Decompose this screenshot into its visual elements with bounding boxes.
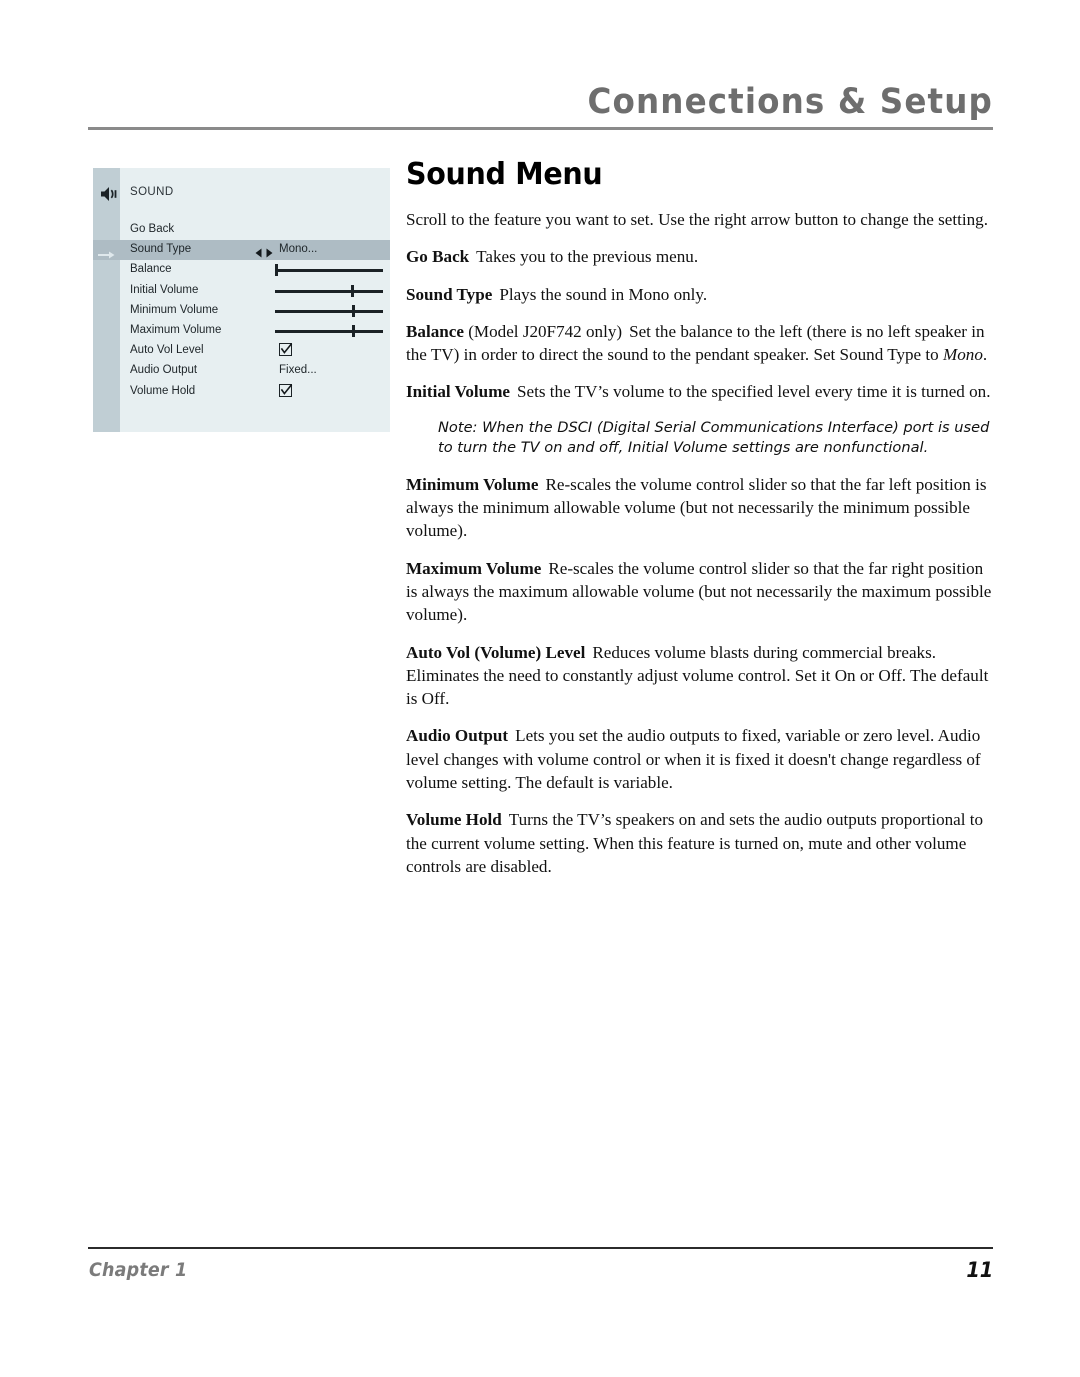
entry-sound-type: Sound Type Plays the sound in Mono only.	[406, 283, 994, 306]
entry-auto-vol-level: Auto Vol (Volume) Level Reduces volume bl…	[406, 641, 994, 711]
osd-row-label: Initial Volume	[130, 283, 199, 296]
slider-thumb[interactable]	[352, 324, 355, 337]
slider-thumb[interactable]	[275, 264, 278, 277]
osd-row-initial-volume[interactable]: Initial Volume	[93, 281, 390, 301]
osd-row-go-back[interactable]: Go Back	[93, 220, 390, 240]
osd-row-balance[interactable]: Balance	[93, 260, 390, 280]
osd-row-minimum-volume[interactable]: Minimum Volume	[93, 301, 390, 321]
entry-audio-output: Audio Output Lets you set the audio outpu…	[406, 724, 994, 794]
osd-checkbox-auto-vol-level[interactable]	[279, 343, 293, 357]
osd-slider-minimum-volume[interactable]	[275, 304, 383, 317]
osd-title: SOUND	[130, 186, 174, 198]
entry-text-tail: .	[982, 345, 988, 365]
osd-row-volume-hold[interactable]: Volume Hold	[93, 382, 390, 402]
entry-text: Plays the sound in Mono only.	[499, 284, 708, 304]
osd-row-label: Balance	[130, 263, 172, 276]
osd-row-value: Mono...	[279, 243, 318, 256]
page-header: Connections & Setup	[88, 82, 993, 134]
osd-row-label: Auto Vol Level	[130, 344, 204, 357]
osd-slider-initial-volume[interactable]	[275, 284, 383, 297]
entry-term: Maximum Volume	[406, 558, 542, 578]
entry-term: Minimum Volume	[406, 474, 539, 494]
footer-page-number: 11	[966, 1258, 993, 1282]
page-footer: Chapter 1 11	[88, 1247, 993, 1297]
osd-checkbox-volume-hold[interactable]	[279, 383, 293, 397]
osd-row-label: Maximum Volume	[130, 323, 222, 336]
osd-row-label: Audio Output	[130, 364, 198, 377]
entry-term: Initial Volume	[406, 382, 511, 402]
entry-text: Sets the TV’s volume to the specified le…	[517, 382, 991, 402]
osd-row-list: Go Back Sound Type Mono... Balance Initi…	[93, 220, 390, 402]
osd-row-auto-vol-level[interactable]: Auto Vol Level	[93, 341, 390, 361]
entry-term: Balance	[406, 321, 464, 341]
entry-term-suffix: (Model J20F742 only)	[468, 321, 623, 341]
main-content: Sound Menu Scroll to the feature you wan…	[406, 158, 994, 892]
footer-divider	[88, 1247, 993, 1249]
intro-paragraph: Scroll to the feature you want to set. U…	[406, 210, 988, 229]
osd-row-audio-output[interactable]: Audio Output Fixed...	[93, 361, 390, 381]
entry-balance: Balance (Model J20F742 only) Set the bala…	[406, 320, 994, 367]
entry-minimum-volume: Minimum Volume Re-scales the volume contr…	[406, 473, 994, 543]
entry-term: Sound Type	[406, 284, 493, 304]
selection-arrow-icon	[98, 246, 115, 259]
checkmark-icon	[280, 383, 293, 395]
header-title: Connections & Setup	[587, 82, 993, 122]
speaker-sound-icon	[100, 186, 120, 202]
osd-row-maximum-volume[interactable]: Maximum Volume	[93, 321, 390, 341]
entry-term: Go Back	[406, 247, 470, 267]
checkmark-icon	[280, 343, 293, 355]
entry-term: Volume Hold	[406, 810, 502, 830]
page-title: Sound Menu	[406, 157, 603, 192]
entry-initial-volume: Initial Volume Sets the TV’s volume to th…	[406, 380, 994, 403]
footer-chapter-label: Chapter 1	[89, 1259, 188, 1281]
left-right-arrows-icon[interactable]	[254, 245, 276, 258]
entry-text-italic: Mono	[943, 345, 983, 365]
document-page: Connections & Setup SOUND Go Back Sound …	[0, 0, 1080, 1377]
header-divider	[88, 127, 993, 130]
osd-row-value: Fixed...	[279, 364, 317, 377]
entry-go-back: Go Back Takes you to the previous menu.	[406, 245, 994, 268]
entry-term: Audio Output	[406, 726, 509, 746]
osd-header: SOUND	[93, 184, 390, 206]
entry-text: Takes you to the previous menu.	[476, 247, 699, 267]
note-paragraph: Note: When the DSCI (Digital Serial Comm…	[438, 418, 990, 457]
entry-maximum-volume: Maximum Volume Re-scales the volume contr…	[406, 557, 994, 627]
slider-thumb[interactable]	[351, 284, 354, 297]
sound-menu-osd: SOUND Go Back Sound Type Mono... Balance…	[93, 168, 390, 432]
osd-slider-balance[interactable]	[275, 264, 383, 277]
slider-thumb[interactable]	[352, 304, 355, 317]
osd-row-label: Volume Hold	[130, 384, 196, 397]
osd-slider-maximum-volume[interactable]	[275, 324, 383, 337]
osd-row-label: Go Back	[130, 223, 175, 235]
entry-volume-hold: Volume Hold Turns the TV’s speakers on an…	[406, 808, 994, 878]
osd-row-sound-type[interactable]: Sound Type Mono...	[93, 240, 390, 261]
osd-row-label: Sound Type	[130, 243, 192, 256]
entry-term: Auto Vol (Volume) Level	[406, 642, 586, 662]
osd-row-label: Minimum Volume	[130, 303, 219, 316]
